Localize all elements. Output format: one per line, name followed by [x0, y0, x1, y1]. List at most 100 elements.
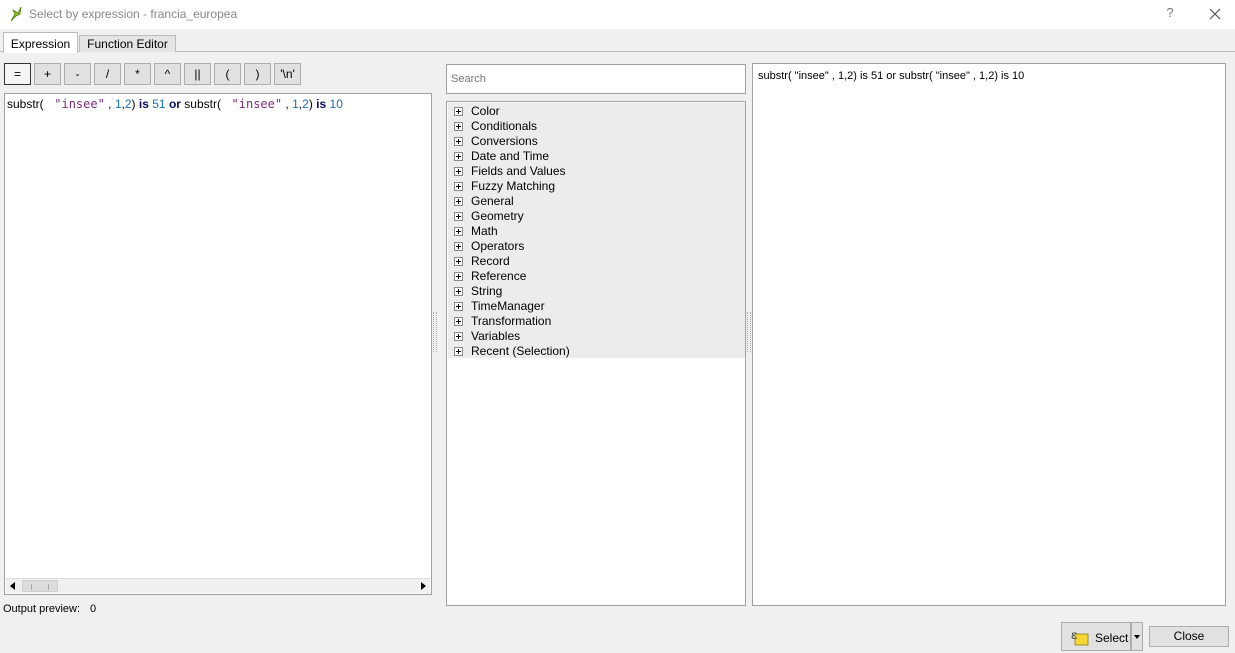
operator-minus-button[interactable]: - [64, 63, 91, 85]
title-bar: Select by expression - francia_europea ? [0, 0, 1235, 29]
function-group-item[interactable]: Fuzzy Matching [454, 179, 742, 194]
expression-editor[interactable]: substr( "insee" , 1,2) is 51 or substr( … [4, 93, 432, 595]
function-group-item[interactable]: Record [454, 254, 742, 269]
function-group-item[interactable]: Date and Time [454, 149, 742, 164]
operator-open-paren-button[interactable]: ( [214, 63, 241, 85]
expression-token: 1 [114, 97, 122, 111]
function-group-item[interactable]: Geometry [454, 209, 742, 224]
expand-plus-icon[interactable] [454, 122, 463, 131]
function-group-label: Record [471, 254, 510, 268]
scrollbar-thumb[interactable] [22, 580, 58, 592]
splitter-handle-right[interactable] [747, 312, 751, 352]
svg-text:ε: ε [1071, 628, 1077, 642]
expand-plus-icon[interactable] [454, 167, 463, 176]
function-group-item[interactable]: Conversions [454, 134, 742, 149]
scroll-right-icon[interactable] [416, 579, 430, 593]
splitter-handle-left[interactable] [433, 312, 437, 352]
expand-plus-icon[interactable] [454, 182, 463, 191]
function-group-item[interactable]: String [454, 284, 742, 299]
expand-plus-icon[interactable] [454, 152, 463, 161]
expand-plus-icon[interactable] [454, 272, 463, 281]
operator-concat-button[interactable]: || [184, 63, 211, 85]
function-group-label: Color [471, 104, 500, 118]
search-input[interactable] [446, 64, 746, 94]
function-group-label: Reference [471, 269, 527, 283]
expression-token: "insee" [47, 97, 105, 111]
function-group-label: Conversions [471, 134, 538, 148]
help-panel: substr( "insee" , 1,2) is 51 or substr( … [752, 63, 1226, 606]
operator-plus-button[interactable]: + [34, 63, 61, 85]
expand-plus-icon[interactable] [454, 242, 463, 251]
function-group-item[interactable]: TimeManager [454, 299, 742, 314]
function-tree[interactable]: Color Conditionals Conversions Date and Tim… [446, 101, 746, 606]
expand-plus-icon[interactable] [454, 347, 463, 356]
scroll-left-icon[interactable] [6, 579, 20, 593]
function-group-item[interactable]: Recent (Selection) [454, 344, 742, 359]
expression-token: "insee" [224, 97, 283, 111]
function-group-label: Recent (Selection) [471, 344, 570, 358]
operator-multiply-button[interactable]: * [124, 63, 151, 85]
expression-token: ) [131, 97, 139, 111]
expression-token: is [138, 97, 149, 111]
expand-plus-icon[interactable] [454, 197, 463, 206]
function-group-label: TimeManager [471, 299, 545, 313]
expand-plus-icon[interactable] [454, 332, 463, 341]
function-group-item[interactable]: Math [454, 224, 742, 239]
close-icon[interactable] [1208, 7, 1222, 21]
select-dropdown-button[interactable] [1131, 622, 1143, 651]
output-preview-label: Output preview: [3, 603, 81, 615]
expand-plus-icon[interactable] [454, 317, 463, 326]
function-group-item[interactable]: General [454, 194, 742, 209]
expand-plus-icon[interactable] [454, 212, 463, 221]
function-group-label: Math [471, 224, 498, 238]
function-group-label: String [471, 284, 503, 298]
function-group-label: Transformation [471, 314, 552, 328]
help-button[interactable]: ? [1163, 5, 1177, 23]
operator-equals-button[interactable]: = [4, 63, 31, 85]
close-button[interactable]: Close [1149, 626, 1229, 647]
operator-newline-button[interactable]: '\n' [274, 63, 301, 85]
expression-token: is [316, 97, 327, 111]
function-group-item[interactable]: Variables [454, 329, 742, 344]
tab-bar: Expression Function Editor [0, 29, 1235, 53]
tab-function-editor[interactable]: Function Editor [79, 35, 176, 52]
expression-text: substr( "insee" , 1,2) is 51 or substr( … [7, 97, 343, 111]
expression-token: 2 [124, 97, 132, 111]
horizontal-scrollbar[interactable] [6, 578, 430, 593]
function-group-label: General [471, 194, 514, 208]
expand-plus-icon[interactable] [454, 257, 463, 266]
window-title: Select by expression - francia_europea [29, 7, 238, 21]
function-group-label: Fields and Values [471, 164, 566, 178]
select-expression-icon: ε [1071, 628, 1089, 646]
select-button-label: Select [1095, 631, 1129, 645]
function-group-label: Variables [471, 329, 521, 343]
expression-token: 51 [152, 97, 166, 111]
expand-plus-icon[interactable] [454, 227, 463, 236]
operator-divide-button[interactable]: / [94, 63, 121, 85]
function-group-label: Operators [471, 239, 525, 253]
expand-plus-icon[interactable] [454, 137, 463, 146]
expand-plus-icon[interactable] [454, 287, 463, 296]
expression-token: substr( [180, 97, 225, 111]
function-group-label: Conditionals [471, 119, 538, 133]
operator-close-paren-button[interactable]: ) [244, 63, 271, 85]
expand-plus-icon[interactable] [454, 107, 463, 116]
select-button[interactable]: ε Select [1061, 622, 1131, 651]
tab-expression[interactable]: Expression [3, 32, 78, 53]
function-group-item[interactable]: Operators [454, 239, 742, 254]
function-group-item[interactable]: Transformation [454, 314, 742, 329]
function-group-item[interactable]: Fields and Values [454, 164, 742, 179]
operator-power-button[interactable]: ^ [154, 63, 181, 85]
expand-plus-icon[interactable] [454, 302, 463, 311]
expression-token: , [104, 97, 115, 111]
expression-token: substr( [7, 97, 48, 111]
function-group-item[interactable]: Reference [454, 269, 742, 284]
function-group-label: Geometry [471, 209, 524, 223]
function-group-label: Date and Time [471, 149, 550, 163]
function-group-item[interactable]: Conditionals [454, 119, 742, 134]
output-preview-value: 0 [90, 603, 97, 615]
function-group-label: Fuzzy Matching [471, 179, 556, 193]
function-group-item[interactable]: Color [454, 104, 742, 119]
help-text: substr( "insee" , 1,2) is 51 or substr( … [758, 70, 1025, 82]
qgis-logo-icon [10, 6, 22, 22]
